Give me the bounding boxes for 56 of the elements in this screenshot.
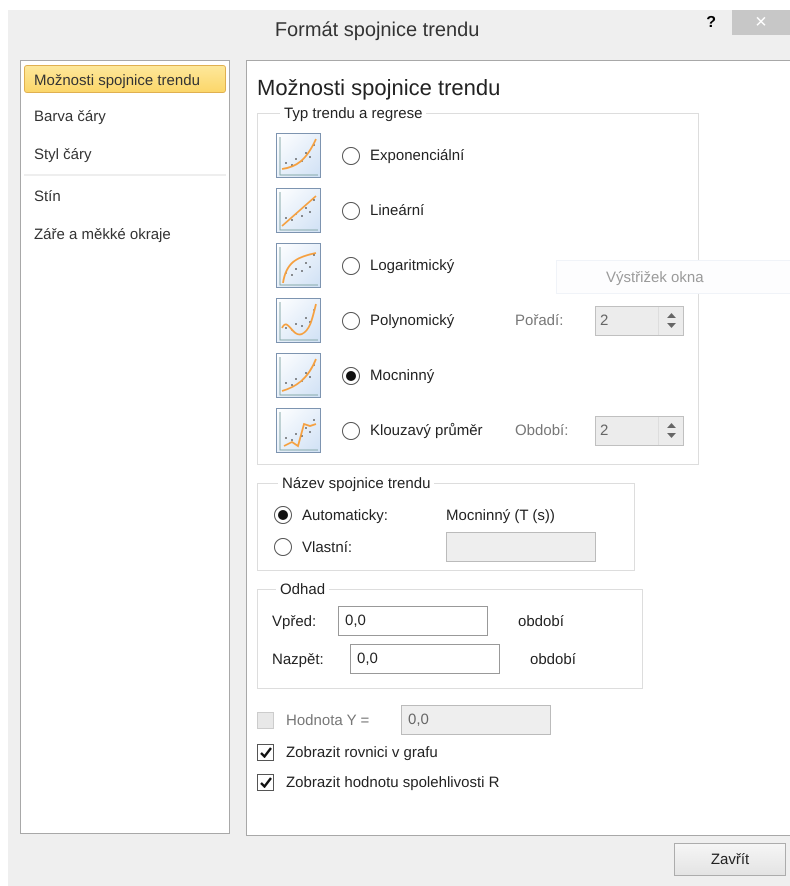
checkbox-label: Hodnota Y = — [286, 712, 370, 728]
radio-button[interactable] — [274, 506, 292, 524]
checkbox[interactable] — [257, 744, 274, 760]
option-label: Exponenciální — [370, 147, 466, 164]
name-field[interactable] — [446, 532, 596, 562]
radio-button[interactable] — [342, 422, 360, 440]
panel-heading: Možnosti spojnice trendu — [257, 75, 502, 101]
checkbox[interactable] — [257, 774, 274, 790]
unit-label: období — [530, 650, 576, 668]
unit-label: období — [518, 612, 564, 630]
radio-button[interactable] — [342, 312, 360, 330]
down-arrow-icon[interactable] — [666, 323, 676, 328]
sidebar-item[interactable]: Barva čáry — [24, 102, 226, 132]
option-label: Automaticky: — [302, 506, 389, 524]
trend-line-chart-icon — [276, 242, 322, 288]
radio-button[interactable] — [342, 202, 360, 220]
trend-line-chart-icon — [276, 408, 322, 454]
up-arrow-icon[interactable] — [666, 313, 676, 318]
option-label: Polynomický — [370, 312, 456, 329]
group-legend: Název spojnice trendu — [278, 475, 434, 492]
option-label: Vlastní: — [302, 538, 354, 556]
number-field[interactable]: 0,0 — [338, 606, 488, 636]
radio-button[interactable] — [274, 538, 292, 556]
checkmark-icon — [260, 776, 272, 788]
sidebar-item[interactable]: Možnosti spojnice trendu — [24, 65, 226, 93]
group-legend: Typ trendu a regrese — [280, 105, 426, 122]
trend-line-chart-icon — [276, 188, 322, 234]
checkbox-label: Zobrazit rovnici v grafu — [286, 744, 438, 760]
window-title: Formát spojnice trendu — [274, 18, 480, 42]
option-label: Klouzavý průměr — [370, 422, 484, 439]
down-arrow-icon[interactable] — [666, 433, 676, 438]
radio-button[interactable] — [342, 256, 360, 274]
group-legend: Odhad — [276, 581, 330, 598]
trend-line-chart-icon — [276, 132, 322, 178]
checkbox-label: Zobrazit hodnotu spolehlivosti R — [286, 774, 500, 790]
option-label: Logaritmický — [370, 257, 456, 274]
trend-name-text: Mocninný (T (s)) — [446, 506, 555, 524]
option-label: Lineární — [370, 202, 426, 219]
sidebar-item[interactable]: Stín — [24, 182, 226, 212]
help-button[interactable]: ? — [706, 12, 716, 34]
trend-line-chart-icon — [276, 298, 322, 344]
param-label: Pořadí: — [515, 312, 564, 329]
trend-line-chart-icon — [276, 352, 322, 398]
up-arrow-icon[interactable] — [666, 423, 676, 428]
field-label: Nazpět: — [272, 650, 325, 668]
sidebar-item[interactable]: Styl čáry — [24, 140, 226, 170]
close-dialog-button[interactable]: Zavřít — [674, 843, 786, 876]
radio-button[interactable] — [342, 146, 360, 164]
tooltip: Výstřižek okna — [556, 260, 790, 294]
sidebar-item[interactable]: Záře a měkké okraje — [24, 220, 226, 250]
option-label: Mocninný — [370, 367, 436, 384]
radio-button[interactable] — [342, 366, 360, 384]
field-label: Vpřed: — [272, 612, 318, 630]
checkmark-icon — [260, 746, 272, 758]
number-field[interactable]: 0,0 — [350, 644, 500, 674]
param-label: Období: — [515, 422, 570, 439]
